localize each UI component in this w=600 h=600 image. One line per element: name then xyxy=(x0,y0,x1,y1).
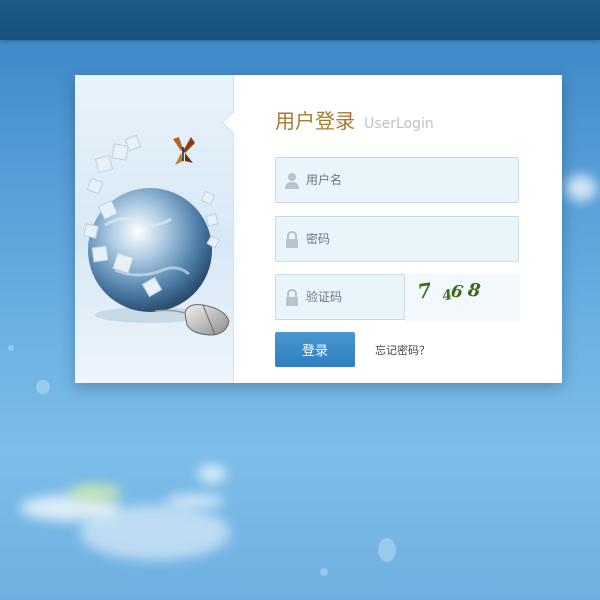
captcha-field[interactable] xyxy=(275,274,405,320)
top-bar xyxy=(0,0,600,40)
captcha-char: 7 xyxy=(416,278,433,304)
background-cloud xyxy=(565,175,597,201)
background-cloud xyxy=(198,465,226,483)
captcha-char: 6 xyxy=(449,281,464,303)
forgot-password-link[interactable]: 忘记密码？ xyxy=(375,342,430,358)
login-title-cn: 用户登录 xyxy=(275,109,355,133)
login-title: 用户登录 UserLogin xyxy=(275,105,434,134)
username-input[interactable] xyxy=(306,158,466,202)
background-bokeh xyxy=(36,380,50,394)
password-field[interactable] xyxy=(275,216,519,262)
captcha-char: 8 xyxy=(466,280,482,302)
background-bokeh xyxy=(320,568,328,576)
background-cloud xyxy=(165,495,225,507)
lock-icon xyxy=(286,231,298,248)
captcha-input[interactable] xyxy=(306,275,396,319)
background-bokeh xyxy=(8,345,14,351)
background-bokeh xyxy=(378,538,396,562)
globe-illustration xyxy=(75,75,234,383)
password-input[interactable] xyxy=(306,217,466,261)
login-title-en: UserLogin xyxy=(364,116,434,132)
captcha-image[interactable]: 7 4 6 8 xyxy=(406,274,520,322)
user-icon xyxy=(285,173,299,189)
background-cloud xyxy=(68,484,122,502)
background-cloud xyxy=(80,505,230,560)
login-panel: 用户登录 UserLogin 7 4 6 8 登录 忘记密码？ xyxy=(75,75,562,383)
captcha-glyphs: 7 4 6 8 xyxy=(416,278,482,305)
lock-icon xyxy=(286,289,298,306)
login-button[interactable]: 登录 xyxy=(275,332,355,367)
username-field[interactable] xyxy=(275,157,519,203)
